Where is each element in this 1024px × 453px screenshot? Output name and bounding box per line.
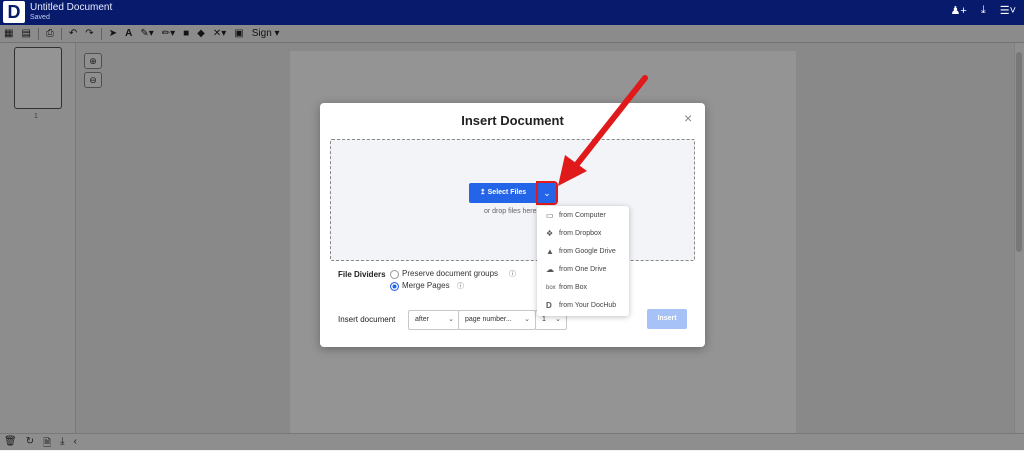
menu-item-label: from Computer — [559, 212, 606, 219]
file-drop-zone[interactable]: ↥ Select Files ⌄ or drop files here — [330, 139, 695, 261]
select-files-label: Select Files — [487, 189, 527, 196]
drop-files-hint: or drop files here — [484, 208, 537, 215]
merge-pages-label[interactable]: Merge Pages — [402, 281, 450, 290]
google-drive-icon: ▲ — [546, 247, 554, 256]
dochub-logo[interactable]: D — [3, 1, 25, 23]
document-title[interactable]: Untitled Document — [30, 2, 112, 13]
menu-item-label: from Dropbox — [559, 230, 602, 237]
insert-document-label: Insert document — [338, 315, 396, 324]
menu-icon[interactable]: ☰˅ — [1000, 4, 1016, 17]
menu-item-computer[interactable]: ▭ from Computer — [537, 207, 629, 225]
menu-item-dropbox[interactable]: ❖ from Dropbox — [537, 225, 629, 243]
app-header: D Untitled Document Saved ♟+ ⤓ ☰˅ — [0, 0, 1024, 25]
file-dividers-label: File Dividers — [338, 270, 386, 279]
menu-item-label: from Your DocHub — [559, 302, 617, 309]
computer-icon: ▭ — [546, 211, 554, 220]
merge-pages-radio[interactable] — [390, 282, 399, 291]
menu-item-label: from One Drive — [559, 266, 607, 273]
chevron-down-icon: ⌄ — [543, 188, 551, 198]
target-select[interactable]: page number... ⌄ — [458, 310, 536, 330]
menu-item-dochub[interactable]: D from Your DocHub — [537, 297, 629, 315]
menu-item-label: from Google Drive — [559, 248, 616, 255]
preserve-groups-label[interactable]: Preserve document groups — [402, 269, 498, 278]
target-value: page number... — [465, 316, 512, 323]
source-dropdown-toggle[interactable]: ⌄ — [536, 181, 558, 205]
menu-item-label: from Box — [559, 284, 588, 291]
insert-document-dialog: Insert Document × ↥ Select Files ⌄ or dr… — [320, 103, 705, 347]
box-icon: box — [546, 285, 556, 291]
dialog-title: Insert Document — [461, 113, 564, 128]
download-icon[interactable]: ⤓ — [981, 4, 986, 17]
position-value: after — [415, 316, 430, 323]
file-source-menu: ▭ from Computer ❖ from Dropbox ▲ from Go… — [537, 206, 629, 316]
position-select[interactable]: after ⌄ — [408, 310, 460, 330]
info-icon[interactable]: ⓘ — [509, 269, 516, 279]
insert-button[interactable]: Insert — [647, 309, 687, 329]
chevron-down-icon: ⌄ — [524, 316, 530, 323]
info-icon[interactable]: ⓘ — [457, 281, 464, 291]
close-icon[interactable]: × — [684, 110, 692, 126]
save-status: Saved — [30, 14, 50, 21]
select-files-button[interactable]: ↥ Select Files — [469, 183, 537, 203]
onedrive-icon: ☁ — [546, 265, 554, 274]
dropbox-icon: ❖ — [546, 229, 554, 238]
menu-item-google-drive[interactable]: ▲ from Google Drive — [537, 243, 629, 261]
menu-item-box[interactable]: box from Box — [537, 279, 629, 297]
chevron-down-icon: ⌄ — [448, 316, 454, 323]
dochub-icon: D — [546, 301, 552, 310]
add-user-icon[interactable]: ♟+ — [951, 4, 967, 17]
preserve-groups-radio[interactable] — [390, 270, 399, 279]
menu-item-onedrive[interactable]: ☁ from One Drive — [537, 261, 629, 279]
